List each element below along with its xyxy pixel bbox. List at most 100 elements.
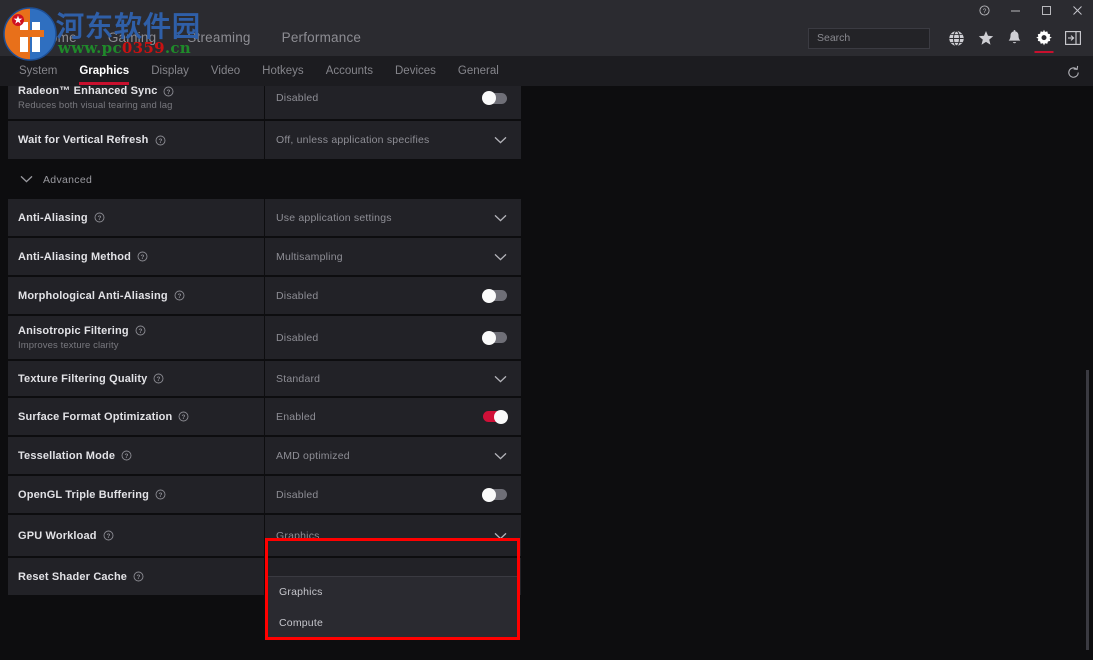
chevron-down-icon[interactable] (494, 452, 507, 460)
section-header-advanced[interactable]: Advanced (8, 161, 521, 199)
scrollbar-track[interactable] (1081, 86, 1093, 660)
svg-text:?: ? (97, 215, 101, 222)
svg-text:?: ? (106, 533, 110, 540)
svg-text:?: ? (167, 89, 171, 96)
tab-hotkeys[interactable]: Hotkeys (251, 58, 315, 85)
setting-label-cell: OpenGL Triple Buffering ? (8, 476, 265, 513)
tab-graphics[interactable]: Graphics (68, 58, 140, 85)
nav-item-performance[interactable]: Performance (280, 27, 363, 49)
setting-row-tessellation-mode[interactable]: Tessellation Mode ? AMD optimized (8, 437, 521, 474)
setting-label-cell: Morphological Anti-Aliasing ? (8, 277, 265, 314)
help-icon[interactable]: ? (153, 373, 164, 384)
setting-value-cell[interactable]: Multisampling (265, 238, 521, 275)
setting-value-cell[interactable]: Enabled (265, 398, 521, 435)
toggle-knob (494, 410, 508, 424)
setting-label: Anti-Aliasing Method (18, 251, 131, 263)
help-icon[interactable]: ? (155, 135, 166, 146)
toggle-switch[interactable] (483, 411, 507, 422)
help-icon[interactable]: ? (133, 571, 144, 582)
nav-item-home[interactable]: Home (38, 27, 79, 49)
globe-icon[interactable] (942, 20, 971, 56)
help-icon[interactable]: ? (155, 489, 166, 500)
minimize-button[interactable] (1000, 0, 1031, 20)
panel-toggle-icon[interactable] (1058, 20, 1087, 56)
section-title: Advanced (43, 174, 92, 186)
setting-sublabel: Improves texture clarity (18, 340, 254, 351)
setting-row-anti-aliasing-method[interactable]: Anti-Aliasing Method ? Multisampling (8, 238, 521, 275)
bell-icon[interactable] (1000, 20, 1029, 56)
setting-value-cell[interactable]: Standard (265, 361, 521, 396)
gear-icon[interactable] (1029, 20, 1058, 56)
tab-accounts[interactable]: Accounts (315, 58, 384, 85)
setting-row-enhanced-sync[interactable]: Radeon™ Enhanced Sync ? Reduces both vis… (8, 86, 521, 119)
setting-row-morphological-anti-aliasing[interactable]: Morphological Anti-Aliasing ? Disabled (8, 277, 521, 314)
setting-value-cell[interactable]: Off, unless application specifies (265, 121, 521, 159)
setting-label: Wait for Vertical Refresh (18, 134, 149, 146)
setting-label: Tessellation Mode (18, 450, 115, 462)
setting-value-cell[interactable]: Use application settings (265, 199, 521, 236)
help-icon[interactable]: ? (94, 212, 105, 223)
tab-display[interactable]: Display (140, 58, 200, 85)
search-box[interactable] (808, 28, 930, 49)
nav-item-gaming[interactable]: Gaming (106, 27, 158, 49)
setting-row-opengl-triple-buffering[interactable]: OpenGL Triple Buffering ? Disabled (8, 476, 521, 513)
help-icon[interactable]: ? (178, 411, 189, 422)
toggle-switch[interactable] (483, 290, 507, 301)
chevron-down-icon[interactable] (494, 214, 507, 222)
tab-general[interactable]: General (447, 58, 510, 85)
chevron-down-icon[interactable] (494, 375, 507, 383)
setting-value: Enabled (276, 411, 316, 423)
maximize-button[interactable] (1031, 0, 1062, 20)
svg-text:?: ? (177, 293, 181, 300)
sub-navigation: System Graphics Display Video Hotkeys Ac… (0, 56, 1093, 86)
setting-value-cell[interactable]: Disabled (265, 316, 521, 359)
toggle-switch[interactable] (483, 489, 507, 500)
toggle-switch[interactable] (483, 93, 507, 104)
svg-text:?: ? (158, 492, 162, 499)
help-icon[interactable]: ? (163, 86, 174, 97)
setting-row-wait-vertical-refresh[interactable]: Wait for Vertical Refresh ? Off, unless … (8, 121, 521, 159)
svg-text:?: ? (138, 328, 142, 335)
setting-label: Reset Shader Cache (18, 571, 127, 583)
setting-label-cell: Anti-Aliasing Method ? (8, 238, 265, 275)
setting-row-surface-format-optimization[interactable]: Surface Format Optimization ? Enabled (8, 398, 521, 435)
help-icon[interactable]: ? (969, 0, 1000, 20)
close-button[interactable] (1062, 0, 1093, 20)
search-input[interactable] (817, 32, 952, 44)
tab-devices[interactable]: Devices (384, 58, 447, 85)
setting-value-cell[interactable]: Disabled (265, 476, 521, 513)
chevron-down-icon[interactable] (494, 136, 507, 144)
setting-value: Disabled (276, 290, 318, 302)
setting-value-cell[interactable]: Disabled (265, 277, 521, 314)
setting-row-anti-aliasing[interactable]: Anti-Aliasing ? Use application settings (8, 199, 521, 236)
chevron-down-icon[interactable] (494, 253, 507, 261)
window-controls: ? (969, 0, 1093, 20)
setting-row-anisotropic-filtering[interactable]: Anisotropic Filtering ? Improves texture… (8, 316, 521, 359)
svg-text:?: ? (140, 254, 144, 261)
svg-text:?: ? (983, 8, 987, 15)
help-icon[interactable]: ? (135, 325, 146, 336)
star-icon[interactable] (971, 20, 1000, 56)
reset-icon[interactable] (1063, 62, 1083, 82)
setting-label-cell: Surface Format Optimization ? (8, 398, 265, 435)
setting-value: Disabled (276, 489, 318, 501)
tab-system[interactable]: System (8, 58, 68, 85)
scrollbar-thumb[interactable] (1086, 370, 1089, 650)
svg-text:?: ? (158, 138, 162, 145)
main-nav-items: Home Gaming Streaming Performance (38, 27, 363, 49)
nav-right-cluster (808, 20, 1087, 56)
setting-row-texture-filtering-quality[interactable]: Texture Filtering Quality ? Standard (8, 361, 521, 396)
setting-label-cell: Texture Filtering Quality ? (8, 361, 265, 396)
help-icon[interactable]: ? (121, 450, 132, 461)
setting-label-cell: GPU Workload ? (8, 515, 265, 556)
nav-item-streaming[interactable]: Streaming (185, 27, 252, 49)
setting-value-cell[interactable]: AMD optimized (265, 437, 521, 474)
tab-video[interactable]: Video (200, 58, 251, 85)
help-icon[interactable]: ? (103, 530, 114, 541)
help-icon[interactable]: ? (174, 290, 185, 301)
toggle-switch[interactable] (483, 332, 507, 343)
setting-value-cell[interactable]: Disabled (265, 86, 521, 119)
toggle-knob (482, 91, 496, 105)
help-icon[interactable]: ? (137, 251, 148, 262)
setting-label-cell: Tessellation Mode ? (8, 437, 265, 474)
